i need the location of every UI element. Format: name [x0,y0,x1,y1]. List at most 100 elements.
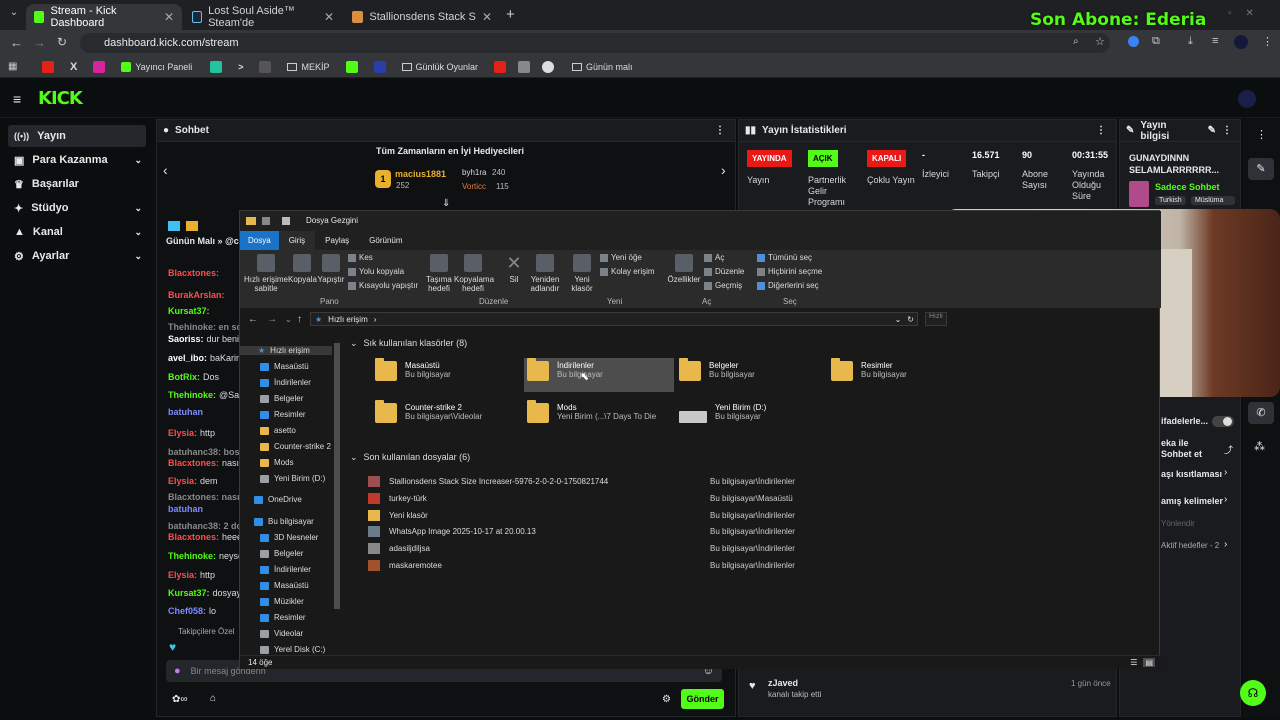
mic-icon[interactable]: ● [174,665,181,677]
recent-file-row[interactable]: maskaremotee Bu bilgisayar\İndirilenler [368,560,988,571]
nav-pane-item[interactable]: Masaüstü [260,581,309,590]
up-icon[interactable]: ↑ [297,314,302,325]
details-view-icon[interactable]: ☰ [1130,658,1137,667]
extensions-puzzle-icon[interactable]: ⧉ [1152,35,1160,48]
quick-folder-icon[interactable] [282,216,290,225]
profile-avatar[interactable] [1234,35,1248,49]
move-to-button[interactable]: Taşıma hedefi [424,254,454,293]
folder-tile[interactable]: Resimler Bu bilgisayar [828,358,978,392]
youtube-bookmark-icon[interactable] [42,60,54,73]
support-button[interactable]: ☊ [1240,680,1266,706]
edit-icon[interactable]: ✎ [1208,125,1216,136]
select-all-button[interactable]: Tümünü seç [757,253,812,262]
nav-basarilar[interactable]: ♛ Başarılar [8,173,146,195]
stats-menu-icon[interactable]: ⋮ [1096,125,1106,136]
url-field[interactable]: dashboard.kick.com/stream [80,33,1110,53]
chat-username[interactable]: Chef058: [168,606,206,616]
chat-menu-icon[interactable]: ⋮ [715,125,725,136]
frequent-folders-header[interactable]: ⌄ Sık kullanılan klasörler (8) [350,338,467,349]
nav-pane-item[interactable]: Müzikler [260,597,304,606]
activity-user[interactable]: zJaved [768,678,798,688]
recent-locations-icon[interactable]: ⌄ [285,315,292,324]
setting-active-goals[interactable]: Aktif hedefler - 2 [1161,541,1219,550]
path-dropdown-icon[interactable]: ⌄ [895,315,902,324]
close-tab-icon[interactable]: ✕ [164,10,174,24]
apps-grid-icon[interactable]: ▦ [8,61,22,72]
dock-menu-icon[interactable]: ⋮ [1256,128,1267,141]
chat-username[interactable]: Elysia: [168,428,197,438]
media-icon[interactable]: ≡ [1212,35,1218,47]
back-icon[interactable]: ← [10,35,23,50]
terminal-bookmark-icon[interactable]: > [238,62,243,72]
nav-studyo[interactable]: ✦ Stüdyo ⌄ [8,197,146,219]
bookmark-yayinci-paneli[interactable]: Yayıncı Paneli [121,61,192,72]
nav-pane-item[interactable]: Counter-strike 2 [260,442,331,451]
external-link-icon[interactable]: ⤴ [1224,443,1233,456]
recent-file-row[interactable]: Stallionsdens Stack Size Increaser-5976-… [368,476,988,487]
path-refresh-icon[interactable]: ↻ [907,315,914,324]
nav-yayin[interactable]: ((•)) Yayın [8,125,146,147]
heart-icon[interactable]: ♥ [169,640,176,654]
nav-para-kazanma[interactable]: ▣ Para Kazanma ⌄ [8,149,146,171]
chevron-right-icon[interactable]: › [1224,539,1227,550]
extension-icon[interactable] [1128,36,1139,47]
send-button[interactable]: Gönder [681,689,724,709]
setting-restrictions[interactable]: aşı kısıtlaması [1161,469,1222,479]
browser-menu-icon[interactable]: ⋮ [1262,35,1273,48]
chat-username[interactable]: avel_ibo: [168,353,207,363]
cut-button[interactable]: Kes [348,253,373,262]
blue-bookmark-icon[interactable] [373,60,386,73]
tiles-view-icon[interactable]: ▤ [1143,658,1155,667]
folder-tile[interactable]: İndirilenler Bu bilgisayar [524,358,674,392]
gifters-prev-icon[interactable]: ‹ [163,162,168,178]
copy-path-button[interactable]: Yolu kopyala [348,267,404,276]
nav-pane-item[interactable]: Yerel Disk (C:) [260,645,325,654]
explorer-search-field[interactable]: Hızlı [925,312,947,326]
select-none-button[interactable]: Hiçbirini seçme [757,267,822,276]
nav-ayarlar[interactable]: ⚙ Ayarlar ⌄ [8,245,146,267]
chat-username[interactable]: Blacxtones: nasıl [168,492,242,502]
chat-bookmark-icon[interactable] [210,60,223,73]
explorer-path-field[interactable]: ★ Hızlı erişim › ⌄ ↻ [310,312,918,326]
forward-icon[interactable]: → [33,35,46,50]
chat-username[interactable]: Blacxtones: [168,268,219,278]
nav-pane-item[interactable]: Resimler [260,410,306,419]
pencil-tool-icon[interactable]: ✎ [1248,158,1274,180]
nav-pane-item[interactable]: İndirilenler [260,565,311,574]
nav-pane-item[interactable]: Belgeler [260,549,303,558]
download-icon[interactable]: ⤓ [1188,35,1193,48]
nav-pane-item[interactable]: 3D Nesneler [260,533,318,542]
nav-pane-item[interactable]: asetto [260,426,296,435]
nav-pane-item[interactable]: Belgeler [260,394,303,403]
rename-button[interactable]: Yeniden adlandır [528,254,562,293]
kick-logo[interactable]: KICK [38,88,83,109]
zoom-icon[interactable]: ⌕ [1073,36,1079,47]
chat-username[interactable]: Kursat37: [168,588,210,598]
chat-username[interactable]: batuhan [168,407,203,417]
chat-settings-icon[interactable]: ⚙ [662,694,671,705]
nav-pane-item[interactable]: Bu bilgisayar [254,517,314,526]
image-bookmark-icon[interactable] [518,60,531,73]
kick-bookmark-icon[interactable] [345,60,358,73]
folder-tile[interactable]: Mods Yeni Birim (...\7 Days To Die [524,400,674,434]
hamburger-menu-icon[interactable]: ≡ [13,91,21,107]
gifter-three-name[interactable]: Vorticc [462,182,486,191]
tab-search-icon[interactable]: ⌄ [6,7,22,23]
chat-username[interactable]: Blacxtones: [168,532,219,542]
properties-button[interactable]: Özellikler [666,254,702,284]
nav-pane-item[interactable]: İndirilenler [260,378,311,387]
nav-pane-item[interactable]: ★ Hızlı erişim [240,346,332,355]
chat-username[interactable]: Saoriss: [168,334,204,344]
group-tool-icon[interactable]: ⁂ [1254,440,1265,453]
chat-tools-icon[interactable]: ✿∞ [172,694,188,705]
window-controls[interactable]: ▫✕ [1228,8,1268,19]
pin-quick-access-button[interactable]: Hızlı erişime sabitle [244,254,288,293]
tag-turkish[interactable]: Turkish [1155,196,1186,205]
youtube-bookmark-icon[interactable] [494,60,507,73]
tab-giris[interactable]: Giriş [278,230,316,250]
tab-kick-dashboard[interactable]: Stream - Kick Dashboard ✕ [26,4,182,30]
invert-selection-button[interactable]: Diğerlerini seç [757,281,819,290]
tab-gorunum[interactable]: Görünüm [359,231,412,250]
nav-pane-item[interactable]: OneDrive [254,495,302,504]
chat-username[interactable]: Elysia: [168,570,197,580]
